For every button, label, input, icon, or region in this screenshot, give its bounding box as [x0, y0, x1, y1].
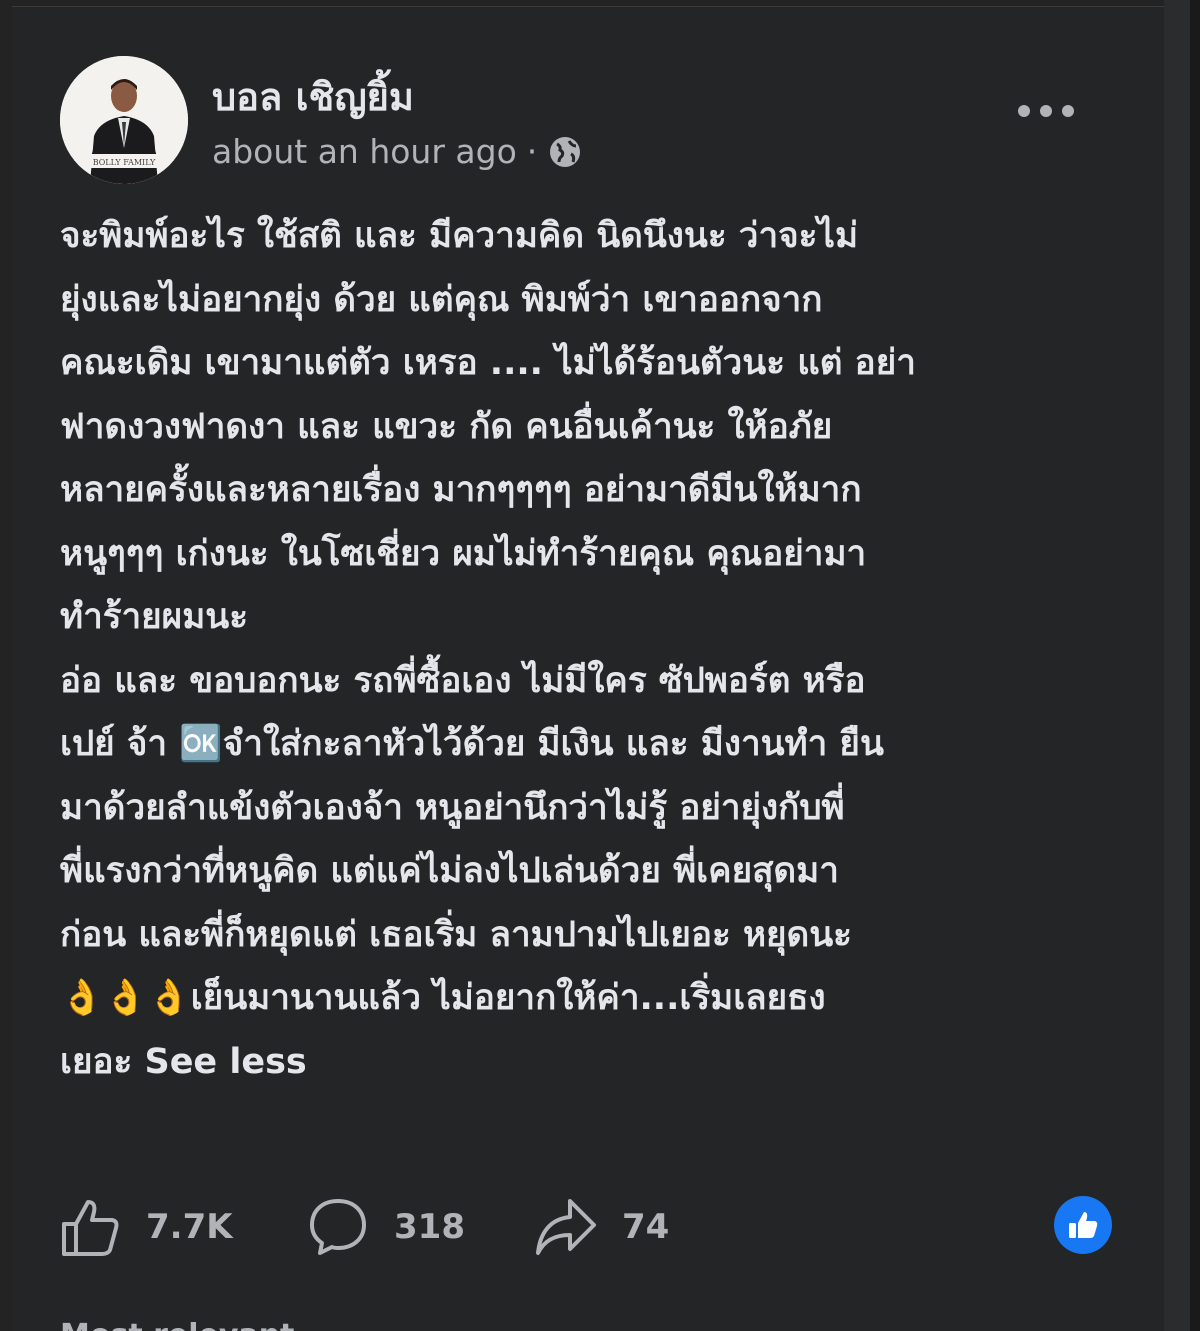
post-text: จะพิมพ์อะไร ใช้สติ และ มีความคิด นิดนึงน…: [60, 205, 1120, 1094]
more-icon: [1018, 105, 1074, 117]
comments-sort-peek[interactable]: Most relevant: [60, 1318, 294, 1331]
post-body-text: จะพิมพ์อะไร ใช้สติ และ มีความคิด นิดนึงน…: [60, 216, 916, 1082]
avatar-photo: BOLLY FAMILY: [60, 56, 188, 184]
share-button[interactable]: 74: [534, 1192, 669, 1262]
post-meta: about an hour ago ·: [212, 132, 583, 171]
more-options-button[interactable]: [1006, 86, 1086, 136]
share-icon: [536, 1199, 596, 1255]
like-icon: [62, 1200, 119, 1256]
like-count: 7.7K: [146, 1207, 233, 1247]
comment-button[interactable]: 318: [306, 1192, 465, 1262]
post-header: BOLLY FAMILY บอล เชิญยิ้ม about an hour …: [60, 56, 1110, 186]
post-actions: 7.7K 318 74: [60, 1192, 1120, 1262]
comment-count: 318: [394, 1207, 465, 1247]
svg-text:BOLLY FAMILY: BOLLY FAMILY: [93, 158, 156, 167]
globe-icon: [547, 134, 583, 170]
meta-separator: ·: [526, 132, 538, 171]
author-name[interactable]: บอล เชิญยิ้ม: [212, 66, 414, 127]
avatar[interactable]: BOLLY FAMILY: [60, 56, 188, 184]
share-count: 74: [622, 1207, 670, 1247]
like-button[interactable]: 7.7K: [60, 1192, 233, 1262]
see-less-link[interactable]: See less: [144, 1042, 306, 1082]
post-timestamp[interactable]: about an hour ago: [212, 132, 517, 171]
scrollbar[interactable]: [1164, 0, 1190, 1331]
thumbs-up-reaction-icon[interactable]: [1054, 1196, 1112, 1254]
comment-icon: [310, 1199, 366, 1255]
